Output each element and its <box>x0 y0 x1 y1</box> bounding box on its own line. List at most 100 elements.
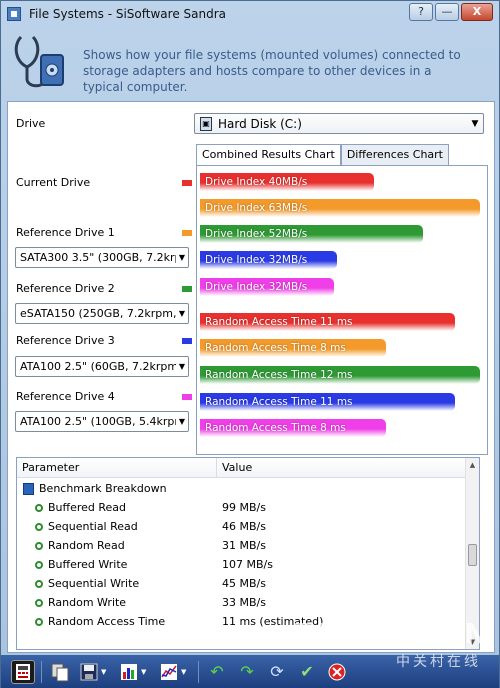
table-row[interactable]: Random Read 31 MB/s <box>17 536 467 555</box>
parameter-cell: Random Read <box>35 539 125 552</box>
reference-drive-4-select[interactable]: ATA100 2.5" (100GB, 5.4krpm ▼ <box>15 411 189 432</box>
parameter-label: Sequential Write <box>48 577 140 590</box>
parameter-cell: Random Access Time <box>35 615 165 628</box>
value-cell: 46 MB/s <box>222 520 266 533</box>
copy-icon[interactable] <box>48 660 72 684</box>
parameter-label: Random Write <box>48 596 127 609</box>
reference-drive-3-value: ATA100 2.5" (60GB, 7.2krpm, <box>20 360 176 373</box>
reference-drive-1-label: Reference Drive 1 <box>16 226 115 239</box>
value-cell: 45 MB/s <box>222 577 266 590</box>
value-cell: 107 MB/s <box>222 558 273 571</box>
line-chart-icon[interactable]: ▼ <box>158 660 192 684</box>
result-node-icon <box>35 617 43 626</box>
drive-select-value: Hard Disk (C:) <box>218 116 302 131</box>
refresh-icon[interactable]: ⟳ <box>265 660 289 684</box>
chevron-down-icon: ▼ <box>178 417 186 426</box>
scroll-up-icon[interactable]: ▲ <box>466 458 479 472</box>
reference-drive-2-select[interactable]: eSATA150 (250GB, 7.2krpm, 1 ▼ <box>15 303 189 324</box>
table-row[interactable]: Sequential Read 46 MB/s <box>17 517 467 536</box>
table-row[interactable]: Buffered Write 107 MB/s <box>17 555 467 574</box>
table-header: Parameter Value <box>17 458 479 478</box>
scroll-thumb[interactable] <box>468 544 477 566</box>
title-bar: File Systems - SiSoftware Sandra ? — X <box>1 1 499 27</box>
chart-bar-label: Drive Index 32MB/s <box>205 254 308 266</box>
table-group-row[interactable]: Benchmark Breakdown <box>17 479 467 498</box>
parameter-label: Random Read <box>48 539 125 552</box>
value-cell: 99 MB/s <box>222 501 266 514</box>
content-panel: Drive ▣ Hard Disk (C:) ▼ Current Drive R… <box>7 101 495 653</box>
header-description: Shows how your file systems (mounted vol… <box>83 48 461 94</box>
reference-drive-1-color-swatch <box>182 230 192 236</box>
chevron-down-icon: ▼ <box>178 253 186 262</box>
help-button[interactable]: ? <box>409 3 433 21</box>
hard-disk-icon: ▣ <box>200 116 212 131</box>
watermark-subtext: 中关村在线 <box>396 654 481 670</box>
tab-combined-results-chart[interactable]: Combined Results Chart <box>196 144 341 167</box>
forward-icon[interactable]: ↷ <box>235 660 259 684</box>
chart-bar: Drive Index 63MB/s <box>200 199 480 217</box>
reference-drive-2-value: eSATA150 (250GB, 7.2krpm, 1 <box>20 307 176 320</box>
chart-bar: Random Access Time 11 ms <box>200 313 455 331</box>
parameter-cell: Sequential Write <box>35 577 139 590</box>
chart-bar: Drive Index 40MB/s <box>200 173 374 191</box>
back-icon[interactable]: ↶ <box>205 660 229 684</box>
close-button[interactable]: X <box>461 3 493 21</box>
chevron-down-icon: ▼ <box>471 118 479 129</box>
calculator-icon[interactable] <box>11 659 35 684</box>
chart-bar-label: Random Access Time 11 ms <box>205 396 353 408</box>
chart-tabs: Combined Results Chart Differences Chart <box>196 144 449 167</box>
chart-bar-label: Random Access Time 8 ms <box>205 342 346 354</box>
parameter-cell: Random Write <box>35 596 126 609</box>
result-node-icon <box>35 522 43 531</box>
chevron-down-icon: ▼ <box>178 362 186 371</box>
main-window: File Systems - SiSoftware Sandra ? — X S… <box>0 0 500 688</box>
chart-bar: Random Access Time 11 ms <box>200 393 455 411</box>
tab-differences-chart[interactable]: Differences Chart <box>340 144 449 166</box>
parameter-cell: Buffered Read <box>35 501 126 514</box>
minimize-button[interactable]: — <box>435 3 459 21</box>
reference-drive-1-value: SATA300 3.5" (300GB, 7.2krpm <box>20 251 176 264</box>
parameter-label: Random Access Time <box>48 615 166 628</box>
table-row[interactable]: Buffered Read 99 MB/s <box>17 498 467 517</box>
benchmark-book-icon <box>23 482 34 495</box>
reference-drive-1-select[interactable]: SATA300 3.5" (300GB, 7.2krpm ▼ <box>15 247 189 268</box>
chart-bar-label: Drive Index 40MB/s <box>205 176 308 188</box>
parameter-label: Buffered Write <box>48 558 128 571</box>
chevron-down-icon: ▼ <box>178 309 186 318</box>
reference-drive-3-label: Reference Drive 3 <box>16 334 115 347</box>
chart-bar: Drive Index 32MB/s <box>200 251 337 269</box>
chart-bar: Drive Index 32MB/s <box>200 278 334 296</box>
column-header-parameter[interactable]: Parameter <box>17 458 217 477</box>
value-cell: 31 MB/s <box>222 539 266 552</box>
table-row[interactable]: Sequential Write 45 MB/s <box>17 574 467 593</box>
stethoscope-icon <box>7 31 69 93</box>
ok-icon[interactable]: ✔ <box>295 660 319 684</box>
result-node-icon <box>35 579 43 588</box>
chart-bar-label: Drive Index 63MB/s <box>205 202 308 214</box>
save-icon[interactable]: ▼ <box>78 660 112 684</box>
table-row[interactable]: Random Write 33 MB/s <box>17 593 467 612</box>
parameter-label: Sequential Read <box>48 520 138 533</box>
result-node-icon <box>35 541 43 550</box>
watermark-logo-text: ZOL.COM.CN <box>292 617 488 650</box>
parameter-cell: Buffered Write <box>35 558 127 571</box>
parameter-label: Buffered Read <box>48 501 127 514</box>
reference-drive-2-color-swatch <box>182 286 192 292</box>
reference-drive-3-color-swatch <box>182 338 192 344</box>
title-buttons: ? — X <box>409 3 493 21</box>
watermark: ZOL.COM.CN 中关村在线 <box>293 617 488 670</box>
drive-select[interactable]: ▣ Hard Disk (C:) ▼ <box>194 113 484 134</box>
reference-drive-3-select[interactable]: ATA100 2.5" (60GB, 7.2krpm, ▼ <box>15 356 189 377</box>
reference-drive-2-label: Reference Drive 2 <box>16 282 115 295</box>
toolbar-separator <box>198 660 199 683</box>
reference-drive-4-label: Reference Drive 4 <box>16 390 115 403</box>
window-title: File Systems - SiSoftware Sandra <box>29 7 226 21</box>
result-node-icon <box>35 560 43 569</box>
chart-icon[interactable]: ▼ <box>118 660 152 684</box>
column-header-value[interactable]: Value <box>217 458 252 477</box>
chart-bar-label: Random Access Time 12 ms <box>205 369 353 381</box>
current-drive-color-swatch <box>182 180 192 186</box>
chart-bar: Drive Index 52MB/s <box>200 225 423 243</box>
chart-bar-label: Random Access Time 8 ms <box>205 422 346 434</box>
drive-selector-panel: Current Drive Reference Drive 1 SATA300 … <box>8 102 194 452</box>
